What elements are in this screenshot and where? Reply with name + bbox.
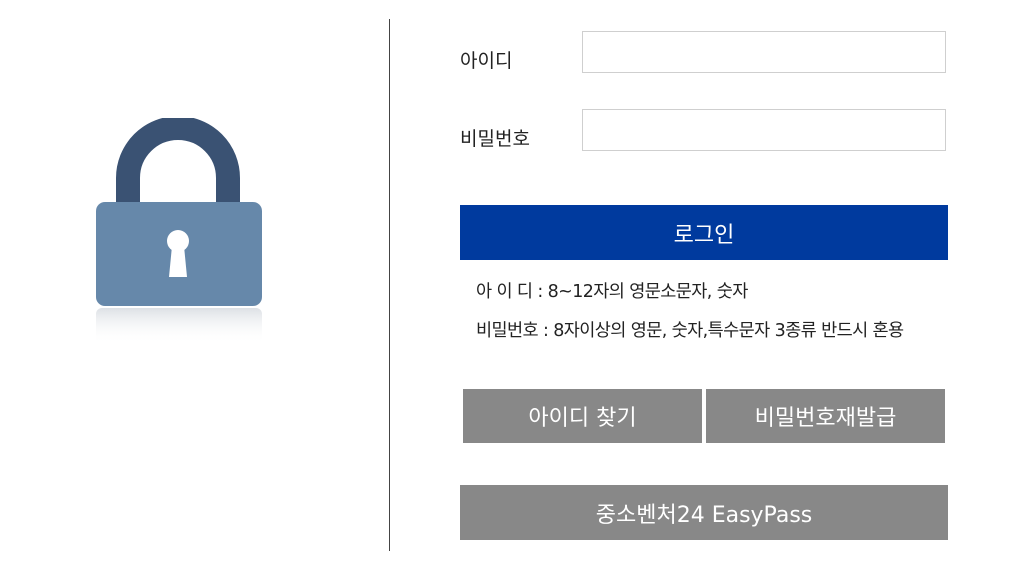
id-rule-text: 아 이 디 : 8~12자의 영문소문자, 숫자 bbox=[476, 282, 748, 302]
easypass-button[interactable]: 중소벤처24 EasyPass bbox=[460, 485, 948, 540]
id-input[interactable] bbox=[582, 31, 946, 73]
reissue-password-button[interactable]: 비밀번호재발급 bbox=[706, 389, 945, 443]
vertical-divider bbox=[389, 19, 390, 551]
password-rule-text: 비밀번호 : 8자이상의 영문, 숫자,특수문자 3종류 반드시 혼용 bbox=[476, 321, 904, 341]
password-label: 비밀번호 bbox=[460, 128, 530, 150]
login-page: 아이디 비밀번호 로그인 아 이 디 : 8~12자의 영문소문자, 숫자 비밀… bbox=[0, 0, 1016, 569]
password-input[interactable] bbox=[582, 109, 946, 151]
login-button[interactable]: 로그인 bbox=[460, 205, 948, 260]
lock-icon bbox=[88, 118, 270, 348]
find-id-button[interactable]: 아이디 찾기 bbox=[463, 389, 702, 443]
id-label: 아이디 bbox=[460, 50, 513, 72]
